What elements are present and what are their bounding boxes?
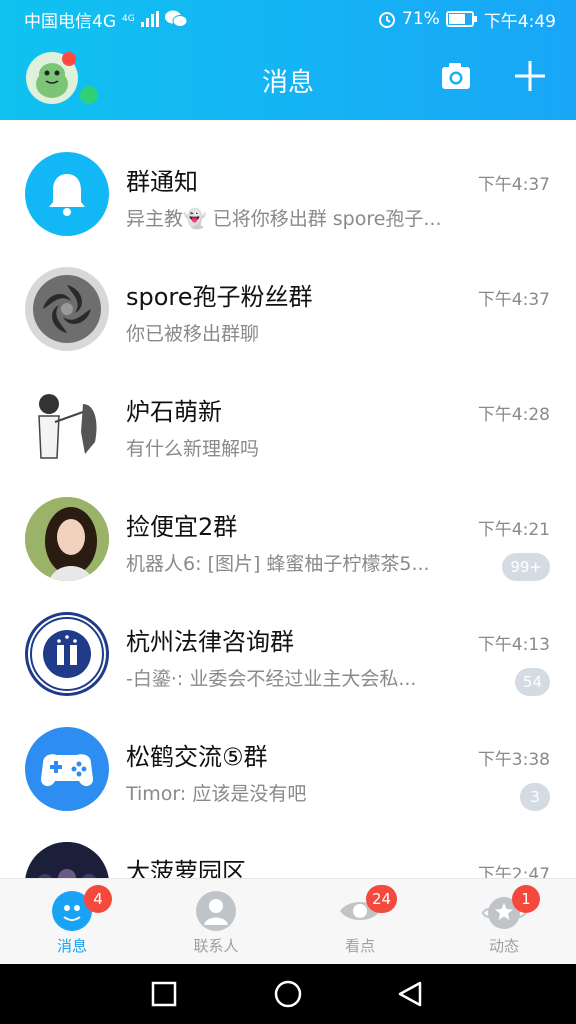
tab-feed[interactable]: 1 动态: [432, 879, 576, 965]
portrait-avatar: [25, 497, 109, 581]
signal-icon: [140, 11, 159, 27]
conversation-name: 大菠萝园区: [126, 858, 246, 878]
conversation-preview: 机器人6: [图片] 蜂蜜柚子柠檬茶5...: [126, 553, 430, 575]
sketch-figures-icon: [38, 394, 97, 459]
spiral-logo-icon: [33, 275, 101, 343]
sketch-avatar: [25, 382, 109, 466]
tab-badge: 24: [366, 885, 398, 913]
carrier-label: 中国电信4G: [24, 11, 116, 32]
conversation-time: 下午4:21: [477, 520, 550, 540]
conversation-preview: 有什么新理解吗: [126, 438, 260, 460]
conversation-item[interactable]: spore孢子粉丝群 你已被移出群聊 下午4:37: [0, 235, 576, 351]
alarm-icon: [379, 12, 396, 28]
battery-icon: [445, 11, 477, 27]
tab-label: 联系人: [193, 937, 239, 955]
tab-badge: 4: [84, 885, 112, 913]
conversation-preview: 异主教👻 已将你移出群 spore孢子...: [126, 208, 442, 230]
tab-label: 动态: [488, 937, 519, 955]
conversation-item[interactable]: 杭州法律咨询群 -白鎏·: 业委会不经过业主大会私... 下午4:13 54: [0, 580, 576, 696]
tab-label: 消息: [56, 937, 87, 955]
lawyer-emblem-icon: [30, 617, 104, 691]
unread-badge: 54: [514, 668, 550, 696]
bottom-tab-bar: 4 消息 联系人 24 看点 1 动态: [0, 878, 576, 964]
conversation-item[interactable]: 松鹤交流⑤群 Timor: 应该是没有吧 下午3:38 3: [0, 695, 576, 811]
conversation-time: 下午4:37: [477, 290, 550, 310]
conversation-item[interactable]: 捡便宜2群 机器人6: [图片] 蜂蜜柚子柠檬茶5... 下午4:21 99+: [0, 465, 576, 581]
app-header: 消息: [0, 38, 576, 120]
battery-percent: 71%: [402, 9, 440, 29]
conversation-name: 杭州法律咨询群: [126, 628, 294, 656]
status-bar: 中国电信4G 4G 71% 下午4:49: [0, 0, 576, 38]
portrait-photo-icon: [25, 497, 109, 581]
crowd-photo-icon: [25, 842, 109, 878]
conversation-name: 群通知: [126, 168, 198, 196]
wechat-icon: [164, 10, 187, 27]
add-icon[interactable]: [514, 60, 546, 92]
conversation-name: spore孢子粉丝群: [126, 283, 313, 311]
recent-apps-icon[interactable]: [150, 980, 178, 1008]
conversation-preview: 你已被移出群聊: [126, 323, 260, 345]
back-icon[interactable]: [396, 980, 424, 1008]
network-small-label: 4G: [122, 14, 135, 24]
group-notice-avatar: [25, 152, 109, 236]
conversation-list[interactable]: 群通知 异主教👻 已将你移出群 spore孢子... 下午4:37 spore孢…: [0, 120, 576, 878]
conversation-preview: Timor: 应该是没有吧: [126, 783, 307, 805]
tab-badge: 1: [512, 885, 540, 913]
clock: 下午4:49: [483, 11, 556, 32]
conversation-item[interactable]: 炉石萌新 有什么新理解吗 下午4:28: [0, 350, 576, 466]
conversation-name: 炉石萌新: [126, 398, 222, 426]
unread-badge: 99+: [502, 553, 550, 581]
camera-icon[interactable]: [440, 60, 472, 92]
contacts-icon: [196, 891, 236, 931]
tab-contacts[interactable]: 联系人: [144, 879, 288, 965]
conversation-name: 松鹤交流⑤群: [126, 743, 268, 771]
unread-badge: 3: [520, 783, 550, 811]
conversation-time: 下午3:38: [477, 750, 550, 770]
conversation-time: 下午4:37: [477, 175, 550, 195]
lawyer-emblem-avatar: [25, 612, 109, 696]
conversation-preview: -白鎏·: 业委会不经过业主大会私...: [126, 668, 417, 690]
conversation-time: 下午4:28: [477, 405, 550, 425]
home-icon[interactable]: [273, 980, 303, 1010]
conversation-item[interactable]: 群通知 异主教👻 已将你移出群 spore孢子... 下午4:37: [0, 120, 576, 236]
conversation-time: 下午4:13: [477, 635, 550, 655]
page-title: 消息: [261, 68, 314, 98]
game-group-avatar: [25, 727, 109, 811]
tab-label: 看点: [344, 937, 375, 955]
tab-messages[interactable]: 4 消息: [0, 879, 144, 965]
conversation-item[interactable]: 大菠萝园区 下午2:47: [0, 810, 576, 878]
tab-discover[interactable]: 24 看点: [288, 879, 432, 965]
conversation-name: 捡便宜2群: [126, 513, 238, 541]
gamepad-icon: [41, 754, 93, 787]
spore-avatar: [25, 267, 109, 351]
bell-icon: [49, 174, 85, 216]
system-nav-bar: [0, 964, 576, 1024]
park-group-avatar: [25, 842, 109, 878]
conversation-time: 下午2:47: [477, 865, 550, 878]
